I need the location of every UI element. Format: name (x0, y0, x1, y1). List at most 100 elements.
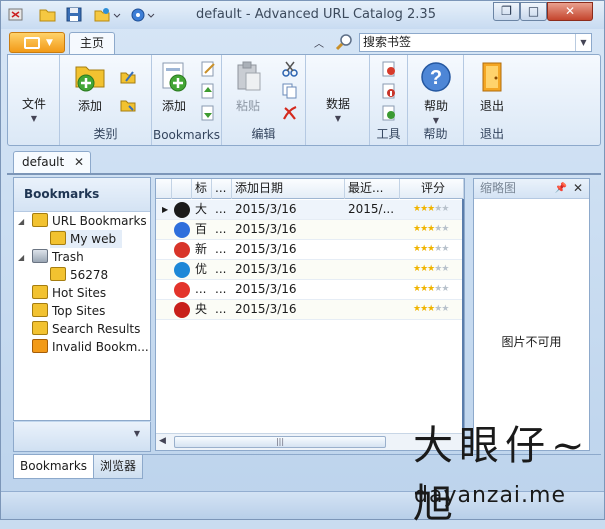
edit-bookmark-icon[interactable] (200, 61, 216, 77)
file-menu-button[interactable]: 文件 ▼ (14, 95, 54, 123)
close-button[interactable]: ✕ (547, 2, 593, 21)
favicon-icon (174, 202, 190, 218)
cell-title: ... (195, 282, 207, 296)
scroll-left-icon[interactable]: ◀ (159, 436, 166, 446)
save-icon[interactable] (65, 6, 83, 23)
pin-icon[interactable]: 📌 (555, 179, 567, 198)
trash-icon (32, 249, 48, 263)
rating-stars[interactable]: ★★★★★ (410, 260, 464, 280)
table-row[interactable]: 新... 2015/3/16 ★★★★★ (156, 240, 464, 260)
close-panel-icon[interactable]: ✕ (573, 179, 583, 198)
ribbon: 文件 ▼ 添加 类别 添加 Bookmarks 粘贴 编辑 数据 ▼ 工具 ? … (7, 54, 601, 146)
table-row[interactable]: 优... 2015/3/16 ★★★★★ (156, 260, 464, 280)
paste-button[interactable]: 粘贴 (228, 61, 268, 114)
group-tools: 工具 (370, 55, 408, 145)
add-bookmark-icon (158, 61, 190, 93)
tree-node-my-web[interactable]: My web (50, 230, 123, 248)
edit-category-icon[interactable] (120, 69, 136, 85)
collapse-arrow-icon[interactable]: ◢ (18, 253, 24, 262)
table-row[interactable]: ▶ 大... 2015/3/16 2015/... ★★★★★ (156, 200, 464, 220)
group-label-category: 类别 (93, 127, 118, 141)
favicon-icon (174, 222, 190, 238)
rating-stars[interactable]: ★★★★★ (410, 240, 464, 260)
favicon-icon (174, 262, 190, 278)
tool-verify-icon[interactable] (381, 105, 397, 121)
top-folder-icon (32, 303, 48, 317)
right-splitter[interactable] (465, 177, 469, 451)
move-down-icon[interactable] (200, 105, 216, 121)
exit-label: 退出 (479, 99, 504, 113)
column-header-title[interactable]: 标 (192, 179, 212, 199)
help-button[interactable]: ? 帮助 ▼ (416, 61, 456, 125)
collapse-ribbon-icon[interactable]: ︿ (314, 35, 324, 50)
star-icon: ★ (441, 304, 449, 314)
document-tab-default[interactable]: default ✕ (13, 151, 91, 173)
copy-icon[interactable] (282, 83, 298, 99)
search-bookmarks-input[interactable]: 搜索书签 ▼ (359, 33, 592, 52)
collapse-arrow-icon[interactable]: ◢ (18, 217, 24, 226)
tree-node-top-sites[interactable]: Top Sites (32, 302, 105, 320)
no-image-text: 图片不可用 (501, 335, 562, 349)
cell-url: ... (215, 202, 227, 216)
close-tab-icon[interactable]: ✕ (74, 152, 84, 172)
table-row[interactable]: 央... 2015/3/16 ★★★★★ (156, 300, 464, 320)
panel-header: Bookmarks (14, 178, 150, 212)
tree-node-invalid-bookmarks[interactable]: Invalid Bookm... (32, 338, 149, 356)
rating-stars[interactable]: ★★★★★ (410, 220, 464, 240)
add-bookmark-button[interactable]: 添加 (154, 61, 194, 114)
column-header-recent[interactable]: 最近... (345, 179, 400, 199)
table-row[interactable]: ...... 2015/3/16 ★★★★★ (156, 280, 464, 300)
group-exit: 退出 退出 (464, 55, 520, 145)
open-folder-icon[interactable] (39, 6, 57, 23)
tool-check-links-icon[interactable] (381, 61, 397, 77)
delete-icon[interactable] (282, 105, 298, 121)
chevron-down-icon: ▼ (334, 114, 342, 123)
chevron-down-icon[interactable]: ▼ (134, 429, 140, 438)
bookmark-dropdown-icon[interactable] (93, 6, 121, 23)
rating-stars[interactable]: ★★★★★ (410, 280, 464, 300)
cell-url: ... (215, 222, 227, 236)
row-indicator-header (156, 179, 172, 199)
maximize-button[interactable]: □ (520, 2, 547, 21)
thumbnail-panel: 缩略图 📌 ✕ 图片不可用 (473, 178, 590, 451)
column-header-url[interactable]: ... (212, 179, 232, 199)
file-label: 文件 (21, 97, 46, 111)
settings-dropdown-icon[interactable] (129, 6, 157, 23)
scrollbar-thumb[interactable]: ||| (174, 436, 386, 448)
tree-node-56278[interactable]: 56278 (50, 266, 108, 284)
tree-node-trash[interactable]: Trash (32, 248, 84, 266)
chevron-down-icon: ▼ (432, 116, 440, 125)
add-category-button[interactable]: 添加 (68, 61, 112, 114)
cell-date-added: 2015/3/16 (235, 302, 297, 316)
column-header-date-added[interactable]: 添加日期 (232, 179, 345, 199)
cell-url: ... (215, 242, 227, 256)
restore-down-button[interactable]: ❐ (493, 2, 520, 21)
move-category-icon[interactable] (120, 97, 136, 113)
application-menu-button[interactable]: ▼ (9, 32, 65, 53)
move-up-icon[interactable] (200, 83, 216, 99)
search-dropdown-icon[interactable]: ▼ (575, 34, 591, 51)
rating-stars[interactable]: ★★★★★ (410, 200, 464, 220)
exit-button[interactable]: 退出 (472, 61, 512, 114)
group-label-bookmarks: Bookmarks (152, 128, 221, 142)
app-window: default - Advanced URL Catalog 2.35 ❐ □ … (0, 0, 605, 527)
tab-home[interactable]: 主页 (69, 32, 115, 55)
add-category-label: 添加 (77, 99, 102, 113)
cell-recent: 2015/... (348, 202, 395, 216)
ribbon-tab-row: ▼ 主页 ︿ 搜索书签 ▼ (1, 30, 604, 55)
data-menu-button[interactable]: 数据 ▼ (318, 95, 358, 123)
tree-node-hot-sites[interactable]: Hot Sites (32, 284, 106, 302)
bottom-tab-bookmarks[interactable]: Bookmarks (13, 455, 95, 479)
tool-info-icon[interactable] (381, 83, 397, 99)
column-header-rating[interactable]: 评分 (400, 179, 464, 199)
tree-node-search-results[interactable]: Search Results (32, 320, 140, 338)
cut-icon[interactable] (282, 61, 298, 77)
table-row[interactable]: 百... 2015/3/16 ★★★★★ (156, 220, 464, 240)
rating-stars[interactable]: ★★★★★ (410, 300, 464, 320)
close-icon: ✕ (564, 4, 576, 18)
chevron-down-icon: ▼ (46, 38, 53, 48)
bookmarks-tree-panel: Bookmarks ◢ URL Bookmarks My web ◢ Trash… (13, 177, 151, 421)
close-folder-icon[interactable] (7, 6, 25, 23)
bottom-tab-browser[interactable]: 浏览器 (93, 455, 144, 479)
tree-node-url-bookmarks[interactable]: URL Bookmarks (32, 212, 147, 230)
